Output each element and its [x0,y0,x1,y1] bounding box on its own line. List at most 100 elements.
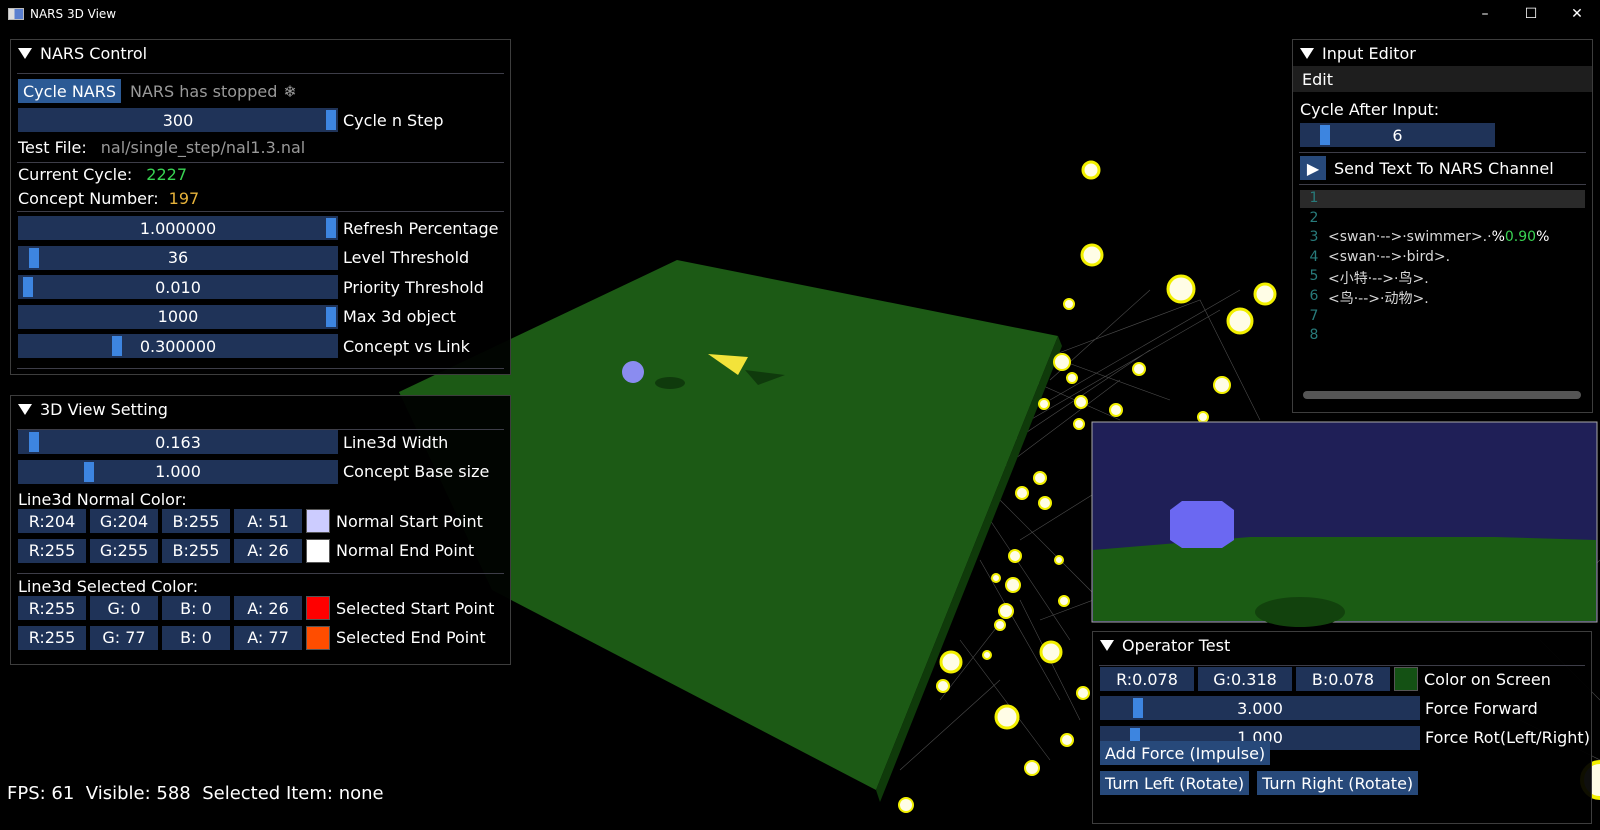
b-field[interactable]: B: 0 [162,625,230,650]
color-swatch[interactable] [306,625,330,650]
collapse-triangle-icon[interactable] [18,47,32,59]
refresh-percentage-label: Refresh Percentage [343,218,499,238]
editor-line[interactable]: 6 <鸟·-->·动物>. [1300,288,1585,308]
concept-base-size-label: Concept Base size [343,462,490,481]
current-cycle-value: 2227 [146,164,188,184]
color-swatch[interactable] [306,509,330,533]
cycle-after-slider[interactable]: 6 [1300,123,1495,147]
concept-vs-link-label: Concept vs Link [343,336,470,356]
b-field[interactable]: B: 0 [162,596,230,620]
r-field[interactable]: R:255 [18,596,86,620]
color-swatch[interactable] [306,596,330,620]
a-field[interactable]: A: 51 [234,509,302,533]
turn-right-button[interactable]: Turn Right (Rotate) [1257,771,1419,795]
concept-number-value: 197 [168,188,200,208]
normal-end-point-label: Normal End Point [336,541,475,560]
turn-left-button[interactable]: Turn Left (Rotate) [1100,771,1250,795]
priority-threshold-label: Priority Threshold [343,277,484,297]
priority-threshold-slider[interactable]: 0.010 [18,275,338,299]
input-editor-panel: Input Editor Edit Cycle After Input: 6 ▶… [1292,39,1593,413]
selected-end-point-label: Selected End Point [336,628,486,647]
color-r-field[interactable]: R:0.078 [1100,667,1194,691]
fps-readout: FPS: 61 [7,783,75,804]
ground-shadow [655,377,685,389]
input-editor-header[interactable]: Input Editor [1293,40,1592,66]
editor-line[interactable]: 2 [1300,210,1585,230]
level-threshold-label: Level Threshold [343,248,470,267]
line-number: 8 [1309,327,1319,344]
view-setting-header[interactable]: 3D View Setting [11,396,510,422]
line-number: 3 [1309,229,1319,246]
text-editor[interactable]: 1 2 3 <swan·-->·swimmer>.·%0.90% 4 <swan·-->·… [1300,190,1585,404]
camera-preview [1091,421,1598,627]
editor-line[interactable]: 1 [1300,190,1585,210]
editor-line[interactable]: 7 [1300,308,1585,328]
operator-test-header[interactable]: Operator Test [1093,632,1591,658]
view-setting-panel: 3D View Setting 0.163 Line3d Width 1.000 Co… [10,395,511,665]
line-number: 6 [1309,287,1319,304]
line-text: <swan·-->·swimmer>.·%0.90% [1328,229,1550,246]
refresh-percentage-slider[interactable]: 1.000000 [18,216,338,240]
concept-vs-link-row: 0.300000 Concept vs Link [18,334,470,358]
g-field[interactable]: G: 0 [90,596,158,620]
priority-threshold-row: 0.010 Priority Threshold [18,275,484,299]
r-field[interactable]: R:255 [18,538,86,563]
concept-base-size-slider[interactable]: 1.000 [18,459,338,484]
collapse-triangle-icon[interactable] [18,403,32,415]
concept-number-label: Concept Number: [18,188,159,208]
line3d-width-row: 0.163 Line3d Width [18,430,448,454]
level-threshold-slider[interactable]: 36 [18,245,338,270]
editor-line[interactable]: 8 [1300,327,1585,347]
r-field[interactable]: R:255 [18,625,86,650]
g-field[interactable]: G:204 [90,509,158,533]
editor-line[interactable]: 3 <swan·-->·swimmer>.·%0.90% [1300,229,1585,249]
line-number: 7 [1309,307,1319,324]
max-3d-object-row: 1000 Max 3d object [18,304,456,329]
line3d-width-slider[interactable]: 0.163 [18,430,338,454]
close-button[interactable]: ✕ [1554,0,1600,28]
maximize-button[interactable]: ☐ [1508,0,1554,28]
minimize-button[interactable]: – [1462,0,1508,28]
color-on-screen-swatch[interactable] [1394,667,1418,691]
force-rot-left-right-label: Force Rot(Left/Right) [1425,728,1590,747]
play-icon[interactable]: ▶ [1300,156,1326,180]
agent-sphere [622,361,644,383]
b-field[interactable]: B:255 [162,538,230,563]
edit-menu[interactable]: Edit [1302,70,1333,89]
color-b-field[interactable]: B:0.078 [1296,667,1390,691]
g-field[interactable]: G:255 [90,538,158,563]
window-title: NARS 3D View [30,7,117,21]
collapse-triangle-icon[interactable] [1300,47,1314,59]
b-field[interactable]: B:255 [162,509,230,533]
cycle-nars-button[interactable]: Cycle NARS [18,79,121,103]
color-g-field[interactable]: G:0.318 [1198,667,1292,691]
a-field[interactable]: A: 26 [234,596,302,620]
cycle-n-step-slider[interactable]: 300 [18,108,338,132]
collapse-triangle-icon[interactable] [1100,639,1114,651]
add-force-button[interactable]: Add Force (Impulse) [1100,741,1271,765]
normal-start-point-label: Normal Start Point [336,511,483,531]
force-forward-row: 3.000 Force Forward [1100,696,1538,720]
force-forward-slider[interactable]: 3.000 [1100,696,1420,720]
max-3d-object-slider[interactable]: 1000 [18,304,338,329]
normal-end-point-row: R:255 G:255 B:255 A: 26 Normal End Point [18,538,475,563]
force-forward-label: Force Forward [1425,698,1538,718]
r-field[interactable]: R:204 [18,509,86,533]
snowflake-icon: ❄ [283,81,297,101]
line3d-width-label: Line3d Width [343,432,449,452]
a-field[interactable]: A: 77 [234,625,302,650]
normal-start-point-row: R:204 G:204 B:255 A: 51 Normal Start Point [18,509,483,533]
editor-line[interactable]: 5 <小特·-->·鸟>. [1300,268,1585,288]
line-text: <鸟·-->·动物>. [1328,290,1429,307]
a-field[interactable]: A: 26 [234,538,302,563]
color-swatch[interactable] [306,538,330,563]
send-text-label: Send Text To NARS Channel [1334,158,1554,178]
editor-scrollbar[interactable] [1303,391,1581,399]
line-number: 5 [1309,268,1319,285]
g-field[interactable]: G: 77 [90,625,158,650]
current-cycle-label: Current Cycle: [18,164,133,184]
concept-vs-link-slider[interactable]: 0.300000 [18,334,338,358]
max-3d-object-label: Max 3d object [343,307,456,326]
nars-control-header[interactable]: NARS Control [11,40,510,66]
editor-line[interactable]: 4 <swan·-->·bird>. [1300,249,1585,269]
